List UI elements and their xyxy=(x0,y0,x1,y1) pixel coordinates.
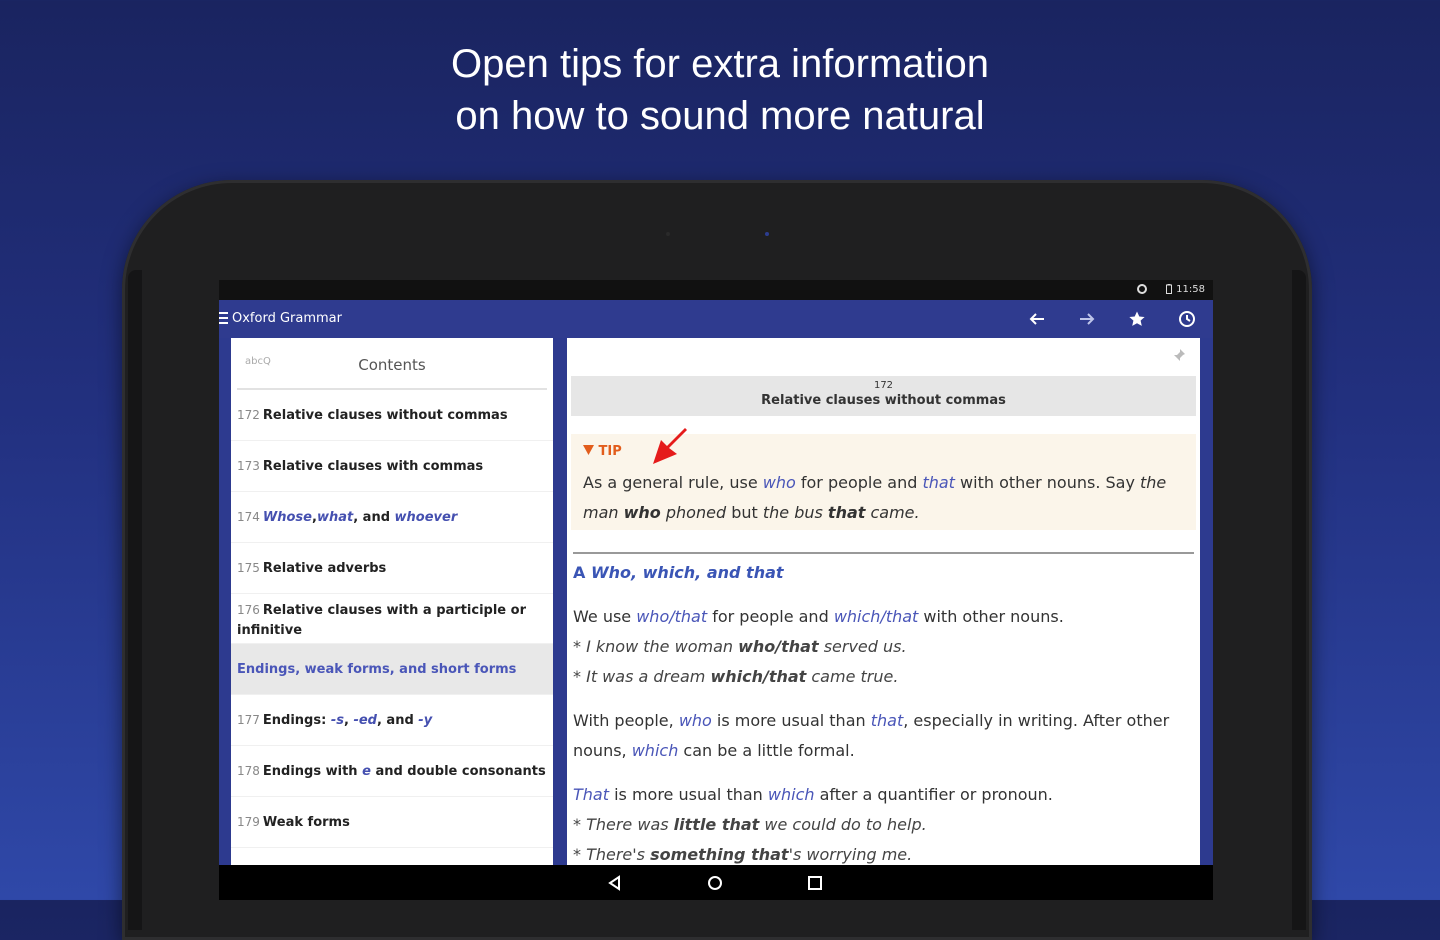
triangle-down-icon xyxy=(583,445,594,455)
article-body: A Who, which, and that We use who/that f… xyxy=(573,558,1192,884)
app-title: Oxford Grammar xyxy=(232,311,342,326)
tablet-camera xyxy=(765,232,769,236)
example-4: * There's something that's worrying me. xyxy=(573,845,913,864)
history-icon[interactable] xyxy=(1175,307,1199,331)
headline-line-1: Open tips for extra information xyxy=(450,42,990,86)
menu-icon[interactable] xyxy=(219,312,228,324)
toc-item-178[interactable]: 178 Endings with e and double consonants xyxy=(231,746,553,797)
toc-item-179[interactable]: 179 Weak forms xyxy=(231,797,553,848)
nav-recents-icon[interactable] xyxy=(805,873,825,893)
nav-home-icon[interactable] xyxy=(705,873,725,893)
app-bar: Oxford Grammar xyxy=(219,300,1213,338)
toc-section-label: Endings, weak forms, and short forms xyxy=(237,661,517,677)
toc-item-172[interactable]: 172 Relative clauses without commas xyxy=(231,390,553,441)
toc-label: Relative adverbs xyxy=(262,560,387,576)
subsection-heading: A Who, which, and that xyxy=(573,563,784,582)
paragraph-3: That is more usual than which after a qu… xyxy=(573,785,1053,864)
pin-icon[interactable] xyxy=(1172,348,1186,366)
app-screen: 11:58 Oxford Grammar abcQ Contents 172 R… xyxy=(219,280,1213,900)
android-nav-bar xyxy=(219,865,1213,900)
tab-contents[interactable]: Contents xyxy=(237,356,547,374)
toc-item-175[interactable]: 175 Relative adverbs xyxy=(231,543,553,594)
sync-icon xyxy=(1137,284,1148,294)
toc-label: Relative clauses without commas xyxy=(262,407,508,423)
status-bar: 11:58 xyxy=(219,280,1213,300)
tablet-edge-right xyxy=(1292,270,1306,930)
headline-line-2: on how to sound more natural xyxy=(455,94,985,138)
contents-header: abcQ Contents xyxy=(237,338,547,390)
paragraph-2: With people, who is more usual than that… xyxy=(573,711,1170,760)
back-arrow-icon[interactable] xyxy=(1025,307,1049,331)
tip-text: As a general rule, use who for people an… xyxy=(583,473,1167,522)
toc-item-176[interactable]: 176 Relative clauses with a participle or… xyxy=(231,594,553,644)
nav-back-icon[interactable] xyxy=(605,873,625,893)
contents-panel: abcQ Contents 172 Relative clauses witho… xyxy=(231,338,553,878)
toc-item-174[interactable]: 174 Whose, what, and whoever xyxy=(231,492,553,543)
star-icon[interactable] xyxy=(1125,307,1149,331)
toc-item-173[interactable]: 173 Relative clauses with commas xyxy=(231,441,553,492)
tip-toggle[interactable]: TIP xyxy=(583,444,622,459)
paragraph-1: We use who/that for people and which/tha… xyxy=(573,607,1064,686)
example-1: * I know the woman who/that served us. xyxy=(573,637,907,656)
tablet-sensor xyxy=(666,232,670,236)
forward-arrow-icon[interactable] xyxy=(1075,307,1099,331)
tablet-edge-left xyxy=(128,270,142,930)
section-number: 172 xyxy=(873,380,894,391)
clock: 11:58 xyxy=(1176,283,1205,295)
toc-item-177[interactable]: 177 Endings: -s, -ed, and -y xyxy=(231,695,553,746)
toc-label: Weak forms xyxy=(262,814,350,830)
toc-label: Relative clauses with a participle or in… xyxy=(237,603,526,638)
divider xyxy=(573,552,1194,554)
promo-headline: Open tips for extra information on how t… xyxy=(0,38,1440,142)
battery-icon xyxy=(1166,284,1173,294)
section-title: Relative clauses without commas xyxy=(761,393,1006,408)
example-3: * There was little that we could do to h… xyxy=(573,815,927,834)
article-panel: 172 Relative clauses without commas TIP … xyxy=(567,338,1200,900)
red-arrow-icon xyxy=(653,428,687,464)
section-header: 172 Relative clauses without commas xyxy=(571,376,1196,416)
toc-label: Relative clauses with commas xyxy=(262,458,484,474)
example-2: * It was a dream which/that came true. xyxy=(573,667,899,686)
toc-section-endings[interactable]: Endings, weak forms, and short forms xyxy=(231,644,553,695)
